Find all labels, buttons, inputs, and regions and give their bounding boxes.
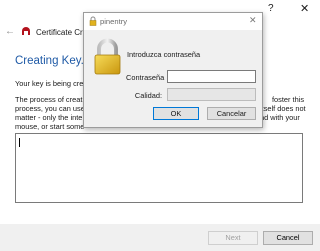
password-label: Contraseña [126,73,165,82]
lock-icon [89,16,97,26]
page-title: Creating Key... [15,55,91,67]
cancel-button[interactable]: Cancel [263,231,313,245]
description-line-3: matter - only the inte [15,113,83,122]
wizard-footer: Next Cancel [0,224,320,251]
description-line-2-end: itself does not [260,104,306,113]
pinentry-dialog: pinentry ✕ Introduzca contraseña Contras… [83,12,263,128]
description-line-3-end: nd with your [260,113,300,122]
description-line-1: The process of creat [15,95,83,104]
help-button[interactable]: ? [268,3,274,14]
ok-button[interactable]: OK [153,107,199,120]
pinentry-prompt: Introduzca contraseña [127,50,201,59]
description-line-1-end: foster this [272,95,305,104]
quality-label: Calidad: [134,91,162,100]
cancelar-button[interactable]: Cancelar [207,107,256,120]
close-window-button[interactable]: ✕ [300,2,309,15]
back-arrow-icon[interactable]: ← [5,26,15,37]
pinentry-title: pinentry [100,17,128,26]
window-title: Certificate Cr [36,28,83,37]
entropy-input-area[interactable] [15,133,303,203]
next-button[interactable]: Next [208,231,258,245]
description-line-2: process, you can use [15,104,85,113]
certificate-app-icon [22,27,30,35]
description-line-4: mouse, or start some [15,122,85,131]
pinentry-close-button[interactable]: ✕ [249,15,257,26]
quality-meter [167,88,256,101]
pinentry-titlebar: pinentry ✕ [84,13,262,30]
padlock-icon [94,38,121,75]
text-caret [19,138,20,147]
password-field[interactable] [167,70,256,83]
intro-text: Your key is being crea [15,79,88,88]
